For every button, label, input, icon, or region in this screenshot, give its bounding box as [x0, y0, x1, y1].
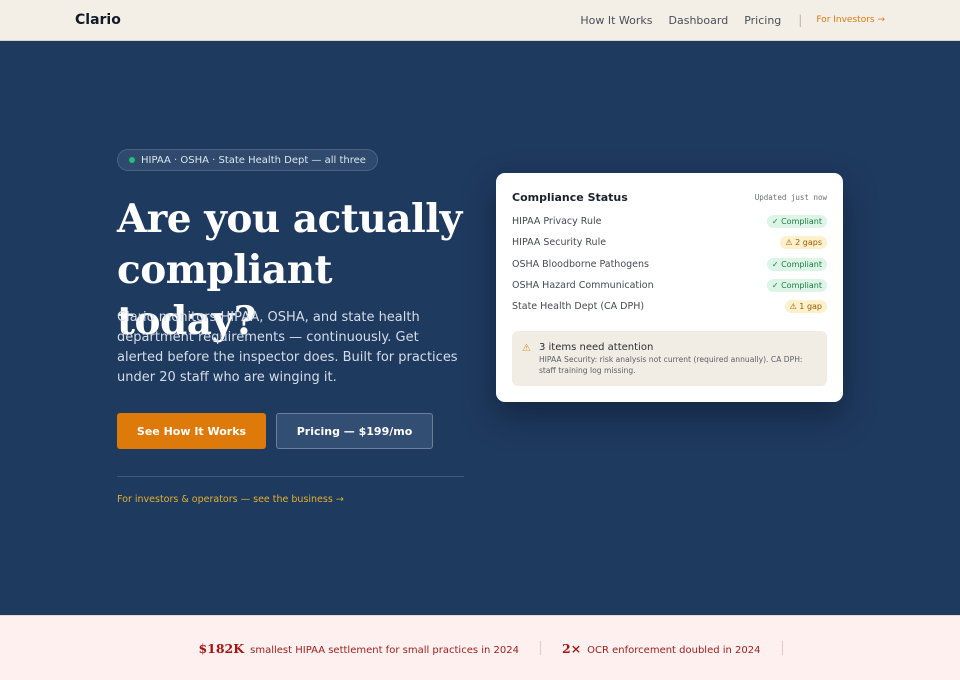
status-badge: ✓ Compliant — [766, 279, 827, 293]
compliance-row: HIPAA Security Rule ⚠ 2 gaps — [512, 232, 827, 253]
nav-link-pricing[interactable]: Pricing — [744, 14, 781, 27]
stat-item: $182K smallest HIPAA settlement for smal… — [177, 641, 540, 656]
rule-label: OSHA Bloodborne Pathogens — [512, 258, 649, 270]
alert-title: 3 items need attention — [538, 342, 654, 353]
status-badge: ⚠ 1 gap — [784, 300, 827, 314]
compliance-row: State Health Dept (CA DPH) ⚠ 1 gap — [512, 296, 827, 317]
compliance-row: OSHA Hazard Communication ✓ Compliant — [512, 275, 827, 296]
status-badge: ✓ Compliant — [766, 257, 827, 271]
alert-text: HIPAA Security: risk analysis not curren… — [538, 355, 803, 375]
compliance-row: HIPAA Privacy Rule ✓ Compliant — [512, 211, 827, 232]
nav-separator: | — [798, 13, 803, 27]
regulation-pill-label: HIPAA · OSHA · State Health Dept — all t… — [141, 154, 366, 166]
rule-label: State Health Dept (CA DPH) — [512, 301, 645, 313]
investors-link[interactable]: For investors & operators — see the busi… — [117, 494, 344, 505]
warning-icon: ⚠ — [522, 343, 531, 354]
compliance-row: OSHA Bloodborne Pathogens ✓ Compliant — [512, 254, 827, 275]
pricing-button[interactable]: Pricing — $199/mo — [276, 413, 433, 449]
status-badge: ⚠ 2 gaps — [780, 236, 827, 250]
stat-number: $182K — [198, 640, 245, 656]
status-dot-icon — [129, 157, 135, 163]
stat-item: 2× OCR enforcement doubled in 2024 — [541, 641, 782, 656]
rule-label: HIPAA Security Rule — [512, 237, 607, 249]
stat-text: smallest HIPAA settlement for small prac… — [250, 644, 519, 656]
nav-link-how-it-works[interactable]: How It Works — [580, 14, 652, 27]
alert-body: 3 items need attention HIPAA Security: r… — [539, 342, 817, 386]
compliance-rows: HIPAA Privacy Rule ✓ Compliant HIPAA Sec… — [512, 211, 827, 317]
rule-label: OSHA Hazard Communication — [512, 280, 654, 292]
status-badge: ✓ Compliant — [766, 215, 827, 229]
stat-text: OCR enforcement doubled in 2024 — [587, 644, 761, 656]
compliance-status-card: Compliance Status Updated just now HIPAA… — [496, 173, 843, 402]
nav-links: How It Works Dashboard Pricing | For Inv… — [564, 13, 885, 27]
stats-bar: $182K smallest HIPAA settlement for smal… — [0, 615, 960, 680]
hero-subtext: Clario monitors HIPAA, OSHA, and state h… — [117, 310, 458, 385]
card-header: Compliance Status Updated just now — [512, 191, 827, 204]
stat-separator — [781, 641, 783, 655]
see-how-it-works-button[interactable]: See How It Works — [117, 413, 266, 449]
rule-label: HIPAA Privacy Rule — [512, 216, 602, 228]
stat-number: 2× — [562, 640, 582, 656]
logo[interactable]: Clario — [75, 12, 121, 28]
nav-link-dashboard[interactable]: Dashboard — [669, 14, 729, 27]
hero-divider — [117, 476, 464, 477]
attention-alert: ⚠ 3 items need attention HIPAA Security:… — [512, 331, 827, 386]
regulation-pill: HIPAA · OSHA · State Health Dept — all t… — [117, 149, 378, 171]
card-title: Compliance Status — [512, 191, 628, 204]
top-nav: Clario How It Works Dashboard Pricing | … — [0, 0, 960, 41]
updated-timestamp: Updated just now — [754, 193, 827, 202]
nav-link-investors[interactable]: For Investors → — [816, 15, 885, 25]
